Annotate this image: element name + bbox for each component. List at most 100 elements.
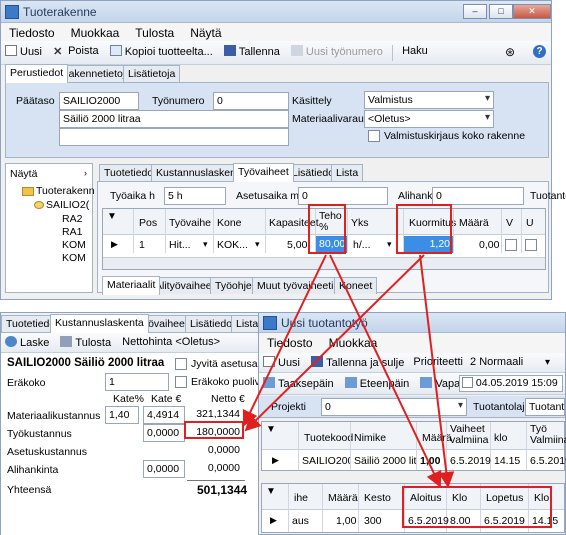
tree-item[interactable]: KOM xyxy=(62,239,86,251)
new-work-number-button[interactable]: Uusi työnumero xyxy=(287,41,387,62)
col-tyo-valmiina[interactable]: Työ Valmiina xyxy=(530,424,566,446)
menu-nayta[interactable]: Näytä xyxy=(182,23,229,43)
prioriteetti-select[interactable]: 2 Normaali xyxy=(468,353,525,371)
date-checkbox[interactable] xyxy=(462,377,473,388)
tree-child[interactable]: SAILIO2( xyxy=(46,199,89,211)
materiaalivaraus-select[interactable]: <Oletus> xyxy=(364,110,494,128)
schedule-forward-button[interactable]: Eteenpäin xyxy=(341,373,414,394)
cell-kone[interactable]: KOK... xyxy=(217,239,248,251)
copy-from-product-button[interactable]: Kopioi tuotteelta... xyxy=(106,41,217,62)
delete-button[interactable]: ✕ Poista xyxy=(49,41,103,61)
cell-tyo-valmiina[interactable]: 6.5.2019 xyxy=(530,455,566,467)
close-button[interactable]: ✕ xyxy=(513,4,551,19)
description-input-2[interactable] xyxy=(59,128,289,146)
cell-yks[interactable]: h/... xyxy=(353,239,371,251)
prioriteetti-dropdown-icon[interactable]: ▾ xyxy=(545,357,550,368)
kate-pct-input[interactable]: 1,40 xyxy=(105,406,139,424)
kate-eur-input[interactable]: 0,0000 xyxy=(143,424,185,442)
cell-klo[interactable]: 14.15 xyxy=(494,455,520,467)
tab-koneet[interactable]: Koneet xyxy=(334,277,378,294)
grid-filter-icon[interactable]: ▼ xyxy=(107,211,117,222)
save-button[interactable]: Tallenna xyxy=(220,41,284,62)
col-maara[interactable]: Määrä xyxy=(459,217,489,229)
row-indicator-icon[interactable]: ▶ xyxy=(270,515,277,526)
cell-v-checkbox[interactable] xyxy=(505,239,517,251)
erakoko-input[interactable]: 1 xyxy=(105,373,169,391)
menu-muokkaa[interactable]: Muokkaa xyxy=(63,23,128,43)
net-price-selector[interactable]: Nettohinta <Oletus> xyxy=(118,333,224,351)
paataso-input[interactable]: SAILIO2000 xyxy=(59,92,139,110)
jyvita-checkbox[interactable] xyxy=(175,358,187,370)
tuotantolaji-select[interactable]: Tuotanto xyxy=(525,398,565,416)
menu-tiedosto[interactable]: Tiedosto xyxy=(1,23,63,43)
calculate-button[interactable]: Laske xyxy=(1,333,53,352)
cell-yks-dropdown-icon[interactable]: ▾ xyxy=(387,239,392,250)
production-new-button[interactable]: Uusi xyxy=(259,353,304,372)
cell-kapasiteetti[interactable]: 5,00 xyxy=(287,239,307,251)
cell-tyovaihe[interactable]: Hit... xyxy=(169,239,191,251)
tab-tyoohje[interactable]: Työohje xyxy=(210,277,257,294)
kasittely-select[interactable]: Valmistus xyxy=(364,91,494,109)
minimize-button[interactable]: – xyxy=(463,4,487,19)
cell-maara[interactable]: 1,00 xyxy=(420,455,440,467)
alihankinta-input[interactable]: 0 xyxy=(432,187,524,205)
row-indicator-icon[interactable]: ▶ xyxy=(111,239,118,250)
help-icon[interactable]: ? xyxy=(533,45,546,58)
cell-tuotekoodi[interactable]: SAILIO2000 xyxy=(302,455,350,467)
cell-tyovaihe-dropdown-icon[interactable]: ▾ xyxy=(203,239,208,250)
col-maara[interactable]: Määrä xyxy=(328,492,358,504)
tree-item[interactable]: KOM xyxy=(62,252,86,264)
col-maara[interactable]: Määrä xyxy=(422,432,452,444)
schedule-backward-button[interactable]: Taaksepäin xyxy=(259,373,338,394)
col-kesto[interactable]: Kesto xyxy=(364,492,391,504)
description-input[interactable]: Säiliö 2000 litraa xyxy=(59,110,289,128)
col-vaiheet-valmiina[interactable]: Vaiheet valmiina xyxy=(450,424,490,446)
tyoaika-input[interactable]: 5 h xyxy=(164,187,226,205)
cell-pos[interactable]: 1 xyxy=(139,239,145,251)
grid-horizontal-scrollbar[interactable] xyxy=(103,257,545,269)
tree-item[interactable]: RA2 xyxy=(62,213,82,225)
cell-maara[interactable]: 1,00 xyxy=(336,515,356,527)
maximize-button[interactable]: □ xyxy=(489,4,513,19)
cost-tab-kustannuslaskenta[interactable]: Kustannuslaskenta xyxy=(50,314,149,333)
tab-materiaalit[interactable]: Materiaalit xyxy=(102,276,161,295)
valmistuskirjaus-checkbox[interactable] xyxy=(368,130,380,142)
menu-tiedosto[interactable]: Tiedosto xyxy=(259,333,321,353)
erakoko-puolivalm-checkbox[interactable] xyxy=(175,376,187,388)
projekti-select[interactable]: 0 xyxy=(321,398,467,416)
col-yks[interactable]: Yks xyxy=(351,217,369,229)
col-u[interactable]: U xyxy=(526,217,534,229)
tab-lista[interactable]: Lista xyxy=(331,164,364,181)
menu-muokkaa[interactable]: Muokkaa xyxy=(321,333,386,353)
col-v[interactable]: V xyxy=(506,217,513,229)
print-button[interactable]: Tulosta xyxy=(56,333,115,352)
tab-lisatietoja[interactable]: Lisätietoja xyxy=(123,65,181,82)
binoculars-icon[interactable]: ⊛ xyxy=(505,45,515,59)
grid1-filter-icon[interactable]: ▼ xyxy=(266,424,276,435)
col-tyovaihe[interactable]: Työvaihe xyxy=(169,217,211,229)
col-kone[interactable]: Kone xyxy=(217,217,242,229)
tree-root[interactable]: Tuoterakenn xyxy=(36,185,95,197)
new-button[interactable]: Uusi xyxy=(1,41,46,62)
menu-tulosta[interactable]: Tulosta xyxy=(127,23,182,43)
col-tuotekoodi[interactable]: Tuotekood xyxy=(304,432,353,444)
col-pos[interactable]: Pos xyxy=(139,217,157,229)
cell-kesto[interactable]: 300 xyxy=(364,515,382,527)
tab-tyovaiheet[interactable]: Työvaiheet xyxy=(233,163,294,182)
cell-kone-dropdown-icon[interactable]: ▾ xyxy=(255,239,260,250)
save-and-close-button[interactable]: Tallenna ja sulje xyxy=(307,353,408,372)
row-indicator-icon[interactable]: ▶ xyxy=(272,455,279,466)
kate-eur-input[interactable]: 0,0000 xyxy=(143,460,185,478)
col-nimike[interactable]: Nimike xyxy=(354,432,386,444)
kate-eur-input[interactable]: 4,4914 xyxy=(143,406,185,424)
tree-item[interactable]: RA1 xyxy=(62,226,82,238)
date-picker[interactable]: 04.05.2019 15:09 xyxy=(459,375,563,392)
cell-vaihe[interactable]: aus xyxy=(292,515,309,527)
cell-nimike[interactable]: Säiliö 2000 litr... xyxy=(354,455,416,467)
col-klo[interactable]: klo xyxy=(494,432,507,444)
tyonumero-input[interactable]: 0 xyxy=(213,92,289,110)
col-vaihe[interactable]: ihe xyxy=(294,492,308,504)
tab-perustiedot[interactable]: Perustiedot xyxy=(5,64,69,83)
grid2-filter-icon[interactable]: ▼ xyxy=(266,486,276,497)
cell-vaiheet-valmiina[interactable]: 6.5.2019 xyxy=(450,455,491,467)
